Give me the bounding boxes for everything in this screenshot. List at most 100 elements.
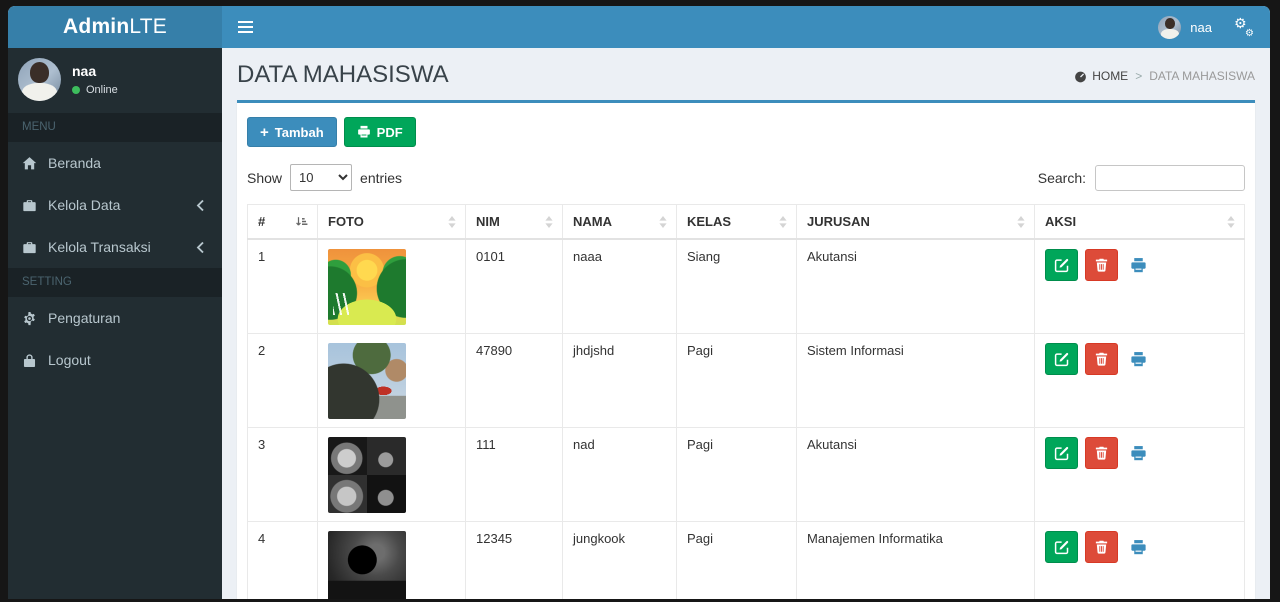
sidebar-item-kelola-transaksi[interactable]: Kelola Transaksi xyxy=(8,226,222,268)
edit-button[interactable] xyxy=(1045,437,1078,469)
sidebar-toggle-button[interactable] xyxy=(222,6,268,48)
column-header-foto[interactable]: FOTO xyxy=(318,205,466,240)
user-status[interactable]: Online xyxy=(72,84,118,96)
edit-icon xyxy=(1054,351,1070,367)
edit-icon xyxy=(1054,539,1070,555)
sidebar-item-pengaturan[interactable]: Pengaturan xyxy=(8,297,222,339)
sidebar-item-beranda[interactable]: Beranda xyxy=(8,142,222,184)
cell-nim: 47890 xyxy=(466,334,563,428)
table-row: 4 12345 jungkook Pagi Manajemen Informat… xyxy=(248,522,1245,600)
cell-foto xyxy=(318,428,466,522)
briefcase-icon xyxy=(22,240,37,255)
page-length-control: Show 10 entries xyxy=(247,164,402,191)
chevron-left-icon xyxy=(193,198,208,213)
page-size-select[interactable]: 10 xyxy=(290,164,352,191)
settings-menu-button[interactable]: ⚙ ⚙ xyxy=(1224,6,1270,48)
delete-button[interactable] xyxy=(1085,531,1118,563)
print-button[interactable] xyxy=(1130,445,1147,462)
column-header-jurusan[interactable]: JURUSAN xyxy=(797,205,1035,240)
cell-no: 2 xyxy=(248,334,318,428)
cell-jurusan: Manajemen Informatika xyxy=(797,522,1035,600)
show-label: Show xyxy=(247,170,282,186)
column-label: FOTO xyxy=(328,214,364,229)
print-button[interactable] xyxy=(1130,257,1147,274)
edit-button[interactable] xyxy=(1045,531,1078,563)
sort-icon xyxy=(1016,215,1026,229)
print-button[interactable] xyxy=(1130,539,1147,556)
search-label: Search: xyxy=(1038,170,1086,186)
datatable-controls: Show 10 entries Search: xyxy=(247,160,1245,204)
home-icon xyxy=(22,156,37,171)
adminlte-app: AdminLTE naa ⚙ ⚙ xyxy=(8,6,1270,599)
column-label: KELAS xyxy=(687,214,731,229)
delete-button[interactable] xyxy=(1085,249,1118,281)
content-header: DATA MAHASISWA HOME > DATA MAHASISWA xyxy=(222,48,1270,100)
sidebar-item-logout[interactable]: Logout xyxy=(8,339,222,381)
column-header-no[interactable]: # xyxy=(248,205,318,240)
breadcrumb-home-label: HOME xyxy=(1092,69,1128,83)
delete-button[interactable] xyxy=(1085,343,1118,375)
cell-kelas: Pagi xyxy=(677,522,797,600)
cell-no: 4 xyxy=(248,522,318,600)
navbar-user-name: naa xyxy=(1190,20,1212,35)
table-row: 1 0101 naaa Siang Akutansi xyxy=(248,239,1245,334)
cell-nama: nad xyxy=(563,428,677,522)
cell-nama: jhdjshd xyxy=(563,334,677,428)
sidebar-item-label: Kelola Data xyxy=(48,197,120,213)
cell-jurusan: Akutansi xyxy=(797,239,1035,334)
student-photo xyxy=(328,343,406,419)
lock-icon xyxy=(22,353,37,368)
logo-bold-text: Admin xyxy=(63,15,129,39)
search-control: Search: xyxy=(1038,165,1245,191)
printer-icon xyxy=(1130,351,1147,368)
cell-nim: 12345 xyxy=(466,522,563,600)
cell-jurusan: Akutansi xyxy=(797,428,1035,522)
edit-icon xyxy=(1054,257,1070,273)
user-avatar xyxy=(18,58,61,101)
table-header-row: # FOTO NIM xyxy=(248,205,1245,240)
sort-active-icon xyxy=(295,215,309,228)
toolbar: + Tambah PDF xyxy=(247,113,1245,160)
cell-nama: naaa xyxy=(563,239,677,334)
sort-icon xyxy=(1226,215,1236,229)
student-photo xyxy=(328,249,406,325)
delete-button[interactable] xyxy=(1085,437,1118,469)
chevron-left-icon xyxy=(193,240,208,255)
print-button[interactable] xyxy=(1130,351,1147,368)
navbar-right: naa ⚙ ⚙ xyxy=(1146,6,1270,48)
search-input[interactable] xyxy=(1095,165,1245,191)
cell-nim: 111 xyxy=(466,428,563,522)
student-photo xyxy=(328,531,406,599)
breadcrumb-current: DATA MAHASISWA xyxy=(1149,69,1255,83)
printer-icon xyxy=(357,125,371,139)
navbar-avatar xyxy=(1158,16,1181,39)
online-status-label: Online xyxy=(86,84,118,96)
app-logo[interactable]: AdminLTE xyxy=(8,6,222,48)
cell-aksi xyxy=(1035,334,1245,428)
logo-light-text: LTE xyxy=(129,15,167,39)
cell-kelas: Siang xyxy=(677,239,797,334)
edit-button[interactable] xyxy=(1045,343,1078,375)
sidebar-item-kelola-data[interactable]: Kelola Data xyxy=(8,184,222,226)
trash-icon xyxy=(1094,445,1109,461)
cell-foto xyxy=(318,239,466,334)
column-header-kelas[interactable]: KELAS xyxy=(677,205,797,240)
table-row: 3 111 nad Pagi Akutansi xyxy=(248,428,1245,522)
column-header-nama[interactable]: NAMA xyxy=(563,205,677,240)
trash-icon xyxy=(1094,539,1109,555)
sidebar-item-label: Logout xyxy=(48,352,91,368)
content-area: DATA MAHASISWA HOME > DATA MAHASISWA + T… xyxy=(222,48,1270,599)
breadcrumb-home-link[interactable]: HOME xyxy=(1074,69,1128,83)
column-label: AKSI xyxy=(1045,214,1076,229)
edit-button[interactable] xyxy=(1045,249,1078,281)
add-button[interactable]: + Tambah xyxy=(247,117,337,147)
column-header-nim[interactable]: NIM xyxy=(466,205,563,240)
column-header-aksi[interactable]: AKSI xyxy=(1035,205,1245,240)
navbar-user-menu[interactable]: naa xyxy=(1146,6,1224,48)
column-label: JURUSAN xyxy=(807,214,870,229)
cell-foto xyxy=(318,334,466,428)
sidebar-section-menu: MENU xyxy=(8,113,222,142)
pdf-button[interactable]: PDF xyxy=(344,117,416,147)
sidebar-item-label: Beranda xyxy=(48,155,101,171)
column-label: NAMA xyxy=(573,214,612,229)
